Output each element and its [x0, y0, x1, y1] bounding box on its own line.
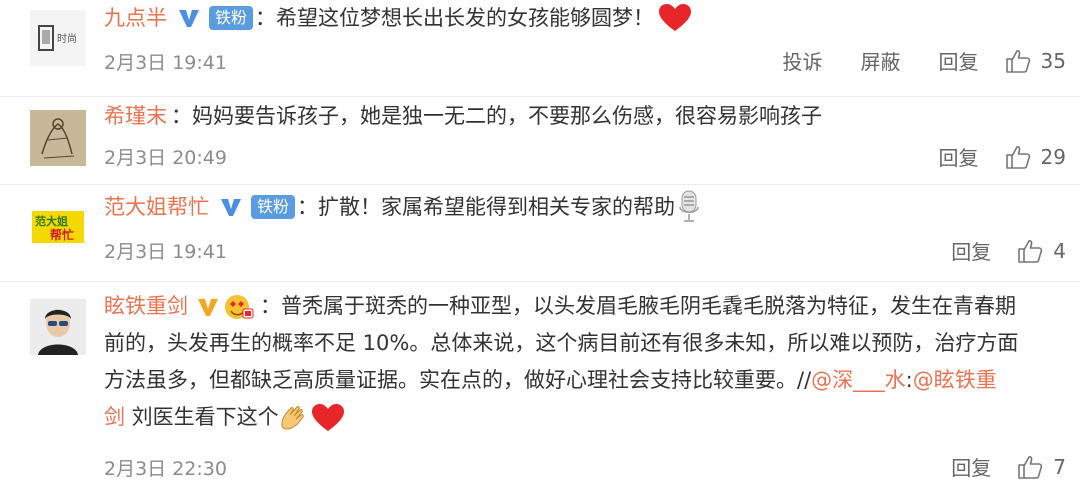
comment-text-line: 剑 刘医生看下这个 — [104, 399, 1050, 436]
comment-actions: 回复 7 — [913, 452, 1066, 481]
svg-text:帮忙: 帮忙 — [50, 227, 74, 242]
red-heart-icon — [311, 403, 344, 431]
avatar[interactable]: 范大姐 帮忙 — [30, 199, 86, 255]
comment-item: 眩铁重剑 ：普秃属于斑秃的一种亚型，以头发眉毛腋毛阴毛毳毛脱落为特征，发生在青春… — [0, 282, 1080, 504]
like-button[interactable]: 35 — [1005, 49, 1066, 73]
comment-text: 方法虽多，但都缺乏高质量证据。实在点的，做好心理社会支持比较重要。// — [104, 368, 812, 392]
comment-text: ：妈妈要告诉孩子，她是独一无二的，不要那么伤感，很容易影响孩子 — [171, 104, 822, 128]
comment-text: 刘医生看下这个 — [125, 405, 279, 429]
reply-button[interactable]: 回复 — [939, 46, 979, 75]
username-link[interactable]: 九点半 — [104, 0, 167, 36]
comment-text: ：扩散！家属希望能得到相关专家的帮助 — [297, 195, 676, 219]
comment-item: 时尚 九点半 铁粉 ：希望这位梦想长出长发的女孩能够圆梦！ 2月3日 19:41… — [0, 0, 1080, 97]
comment-body: 眩铁重剑 ：普秃属于斑秃的一种亚型，以头发眉毛腋毛阴毛毳毛脱落为特征，发生在青春… — [104, 288, 1050, 436]
username-link[interactable]: 眩铁重剑 — [104, 288, 188, 325]
like-count: 35 — [1040, 48, 1066, 73]
verified-v-icon — [179, 10, 199, 27]
fan-badge: 铁粉 — [209, 6, 254, 30]
comment-text: ：希望这位梦想长出长发的女孩能够圆梦！ — [255, 6, 655, 30]
comment-actions: 投诉 屏蔽 回复 35 — [745, 46, 1066, 75]
comment-text: ：普秃属于斑秃的一种亚型，以头发眉毛腋毛阴毛毳毛脱落为特征，发生在青春期 — [260, 294, 1016, 318]
comment-actions: 回复 4 — [913, 236, 1066, 265]
comment-text-line: 方法虽多，但都缺乏高质量证据。实在点的，做好心理社会支持比较重要。//@深___… — [104, 362, 1050, 399]
like-button[interactable]: 29 — [1005, 145, 1066, 169]
comment-text-line: 前的，头发再生的概率不足 10%。总体来说，这个病目前还有很多未知，所以难以预防… — [104, 331, 1019, 355]
comment-text-line: 范大姐帮忙 铁粉 ：扩散！家属希望能得到相关专家的帮助 — [104, 185, 1050, 229]
like-count: 29 — [1040, 144, 1066, 169]
verified-v-icon — [221, 199, 241, 216]
reply-button[interactable]: 回复 — [951, 452, 991, 481]
comment-item: 希瑾末 ：妈妈要告诉孩子，她是独一无二的，不要那么伤感，很容易影响孩子 2月3日… — [0, 97, 1080, 185]
thumbs-up-icon — [1005, 49, 1030, 73]
avatar[interactable]: 时尚 — [30, 10, 86, 66]
like-count: 7 — [1053, 454, 1066, 479]
comment-item: 范大姐 帮忙 范大姐帮忙 铁粉 ：扩散！家属希望能得到相关专家的帮助 2月3日 … — [0, 185, 1080, 282]
avatar[interactable] — [30, 110, 86, 166]
microphone-icon — [679, 190, 699, 222]
like-button[interactable]: 4 — [1017, 239, 1066, 263]
timestamp: 2月3日 22:30 — [104, 458, 227, 480]
svg-text:时尚: 时尚 — [57, 32, 77, 45]
colon-separator: : — [905, 368, 913, 392]
comment-text-line: 希瑾末 ：妈妈要告诉孩子，她是独一无二的，不要那么伤感，很容易影响孩子 — [104, 97, 1050, 135]
avatar[interactable] — [30, 299, 86, 355]
red-heart-icon — [659, 4, 692, 31]
fan-badge: 铁粉 — [251, 195, 296, 219]
comment-actions: 回复 29 — [901, 142, 1066, 171]
like-button[interactable]: 7 — [1017, 455, 1066, 479]
timestamp: 2月3日 19:41 — [104, 241, 227, 263]
thumbs-up-icon — [1005, 145, 1030, 169]
timestamp: 2月3日 20:49 — [104, 147, 227, 169]
mention-link[interactable]: 剑 — [104, 399, 125, 436]
mention-link[interactable]: @深___水 — [811, 368, 906, 392]
thumbs-up-icon — [1018, 239, 1043, 263]
timestamp: 2月3日 19:41 — [104, 52, 227, 74]
like-count: 4 — [1053, 238, 1066, 263]
mention-link[interactable]: @眩铁重 — [913, 368, 997, 392]
clapping-hands-icon — [281, 405, 304, 430]
svg-text:范大姐: 范大姐 — [35, 214, 68, 228]
emoji-heart-eyes-icon — [225, 294, 254, 319]
comment-text-line: 九点半 铁粉 ：希望这位梦想长出长发的女孩能够圆梦！ — [104, 0, 1050, 36]
reply-button[interactable]: 回复 — [939, 142, 979, 171]
report-button[interactable]: 投诉 — [783, 46, 823, 75]
thumbs-up-icon — [1018, 455, 1043, 479]
verified-v-yellow-icon — [198, 298, 218, 316]
username-link[interactable]: 范大姐帮忙 — [104, 185, 209, 229]
block-button[interactable]: 屏蔽 — [861, 46, 901, 75]
username-link[interactable]: 希瑾末 — [104, 97, 167, 135]
comment-text-line: 眩铁重剑 ：普秃属于斑秃的一种亚型，以头发眉毛腋毛阴毛毳毛脱落为特征，发生在青春… — [104, 288, 1050, 325]
reply-button[interactable]: 回复 — [951, 236, 991, 265]
